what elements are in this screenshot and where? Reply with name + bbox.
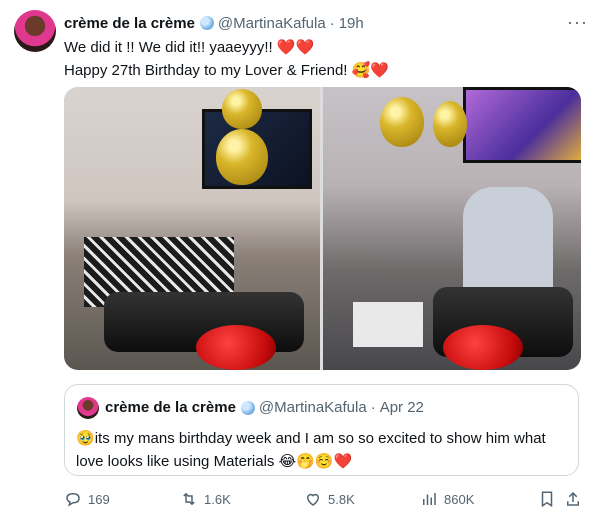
views-count: 860K: [444, 491, 475, 507]
quoted-author-avatar: [77, 397, 99, 419]
tweet-line-2-emoji: 🥰❤️: [351, 62, 389, 79]
quoted-tweet-date: Apr 22: [379, 399, 424, 416]
verified-badge-icon: [199, 16, 214, 30]
tweet-time[interactable]: 19h: [339, 15, 364, 32]
share-button[interactable]: [564, 490, 582, 508]
tweet-media[interactable]: [64, 87, 581, 370]
reply-button[interactable]: 169: [64, 490, 110, 508]
tweet-text: We did it !! We did it!! yaaeyyy!! ❤️❤️ …: [64, 36, 389, 82]
separator-dot: ·: [329, 14, 335, 32]
repost-button[interactable]: 1.6K: [180, 490, 231, 508]
separator-dot: ·: [370, 399, 376, 416]
tweet-line-1: We did it !! We did it!! yaaeyyy!!: [64, 39, 277, 56]
heart-icon: [306, 493, 320, 506]
gold-balloon: [216, 129, 268, 185]
tweet-actions: 169 1.6K 5.8K 860K: [64, 488, 584, 510]
tweet-header: crème de la crème @MartinaKafula · 19h: [64, 12, 590, 34]
author-name[interactable]: crème de la crème: [64, 15, 195, 32]
author-handle[interactable]: @MartinaKafula: [218, 15, 326, 32]
quoted-emoji-end: 😂🤭☺️❤️: [278, 453, 353, 470]
like-count: 5.8K: [328, 491, 355, 507]
gold-balloon: [433, 101, 467, 147]
quoted-emoji-start: 🥹: [76, 430, 95, 447]
bookmark-icon: [541, 491, 553, 508]
tweet-line-1-emoji: ❤️❤️: [276, 39, 315, 56]
tv-screen: [463, 87, 581, 163]
author-avatar[interactable]: [14, 10, 56, 52]
person: [463, 187, 553, 297]
quoted-author-handle: @MartinaKafula: [258, 399, 367, 416]
share-icon: [567, 491, 579, 506]
verified-badge-icon: [240, 400, 255, 415]
bookmark-button[interactable]: [538, 490, 556, 508]
quoted-author-name: crème de la crème: [105, 399, 236, 416]
reply-count: 169: [88, 491, 110, 507]
quoted-tweet-header: crème de la crème @MartinaKafula · Apr 2…: [105, 399, 424, 416]
tweet: crème de la crème @MartinaKafula · 19h ·…: [0, 0, 610, 513]
repost-icon: [183, 492, 195, 506]
views-chart-icon: [423, 493, 436, 505]
reply-icon: [66, 492, 80, 507]
red-ribbon: [443, 325, 523, 370]
views-button[interactable]: 860K: [420, 490, 474, 508]
like-button[interactable]: 5.8K: [304, 490, 355, 508]
repost-count: 1.6K: [204, 491, 231, 507]
photo-gift-setup[interactable]: [64, 87, 320, 370]
photo-man-with-gifts[interactable]: [323, 87, 581, 370]
quoted-tweet[interactable]: crème de la crème @MartinaKafula · Apr 2…: [64, 384, 579, 476]
red-ribbon: [196, 325, 276, 370]
more-options-icon[interactable]: ···: [567, 12, 588, 33]
gold-balloon: [222, 89, 262, 129]
gift-box: [353, 302, 423, 347]
gold-balloon: [380, 97, 424, 147]
quoted-tweet-text: 🥹its my mans birthday week and I am so s…: [76, 427, 568, 473]
tweet-line-2: Happy 27th Birthday to my Lover & Friend…: [64, 62, 352, 79]
